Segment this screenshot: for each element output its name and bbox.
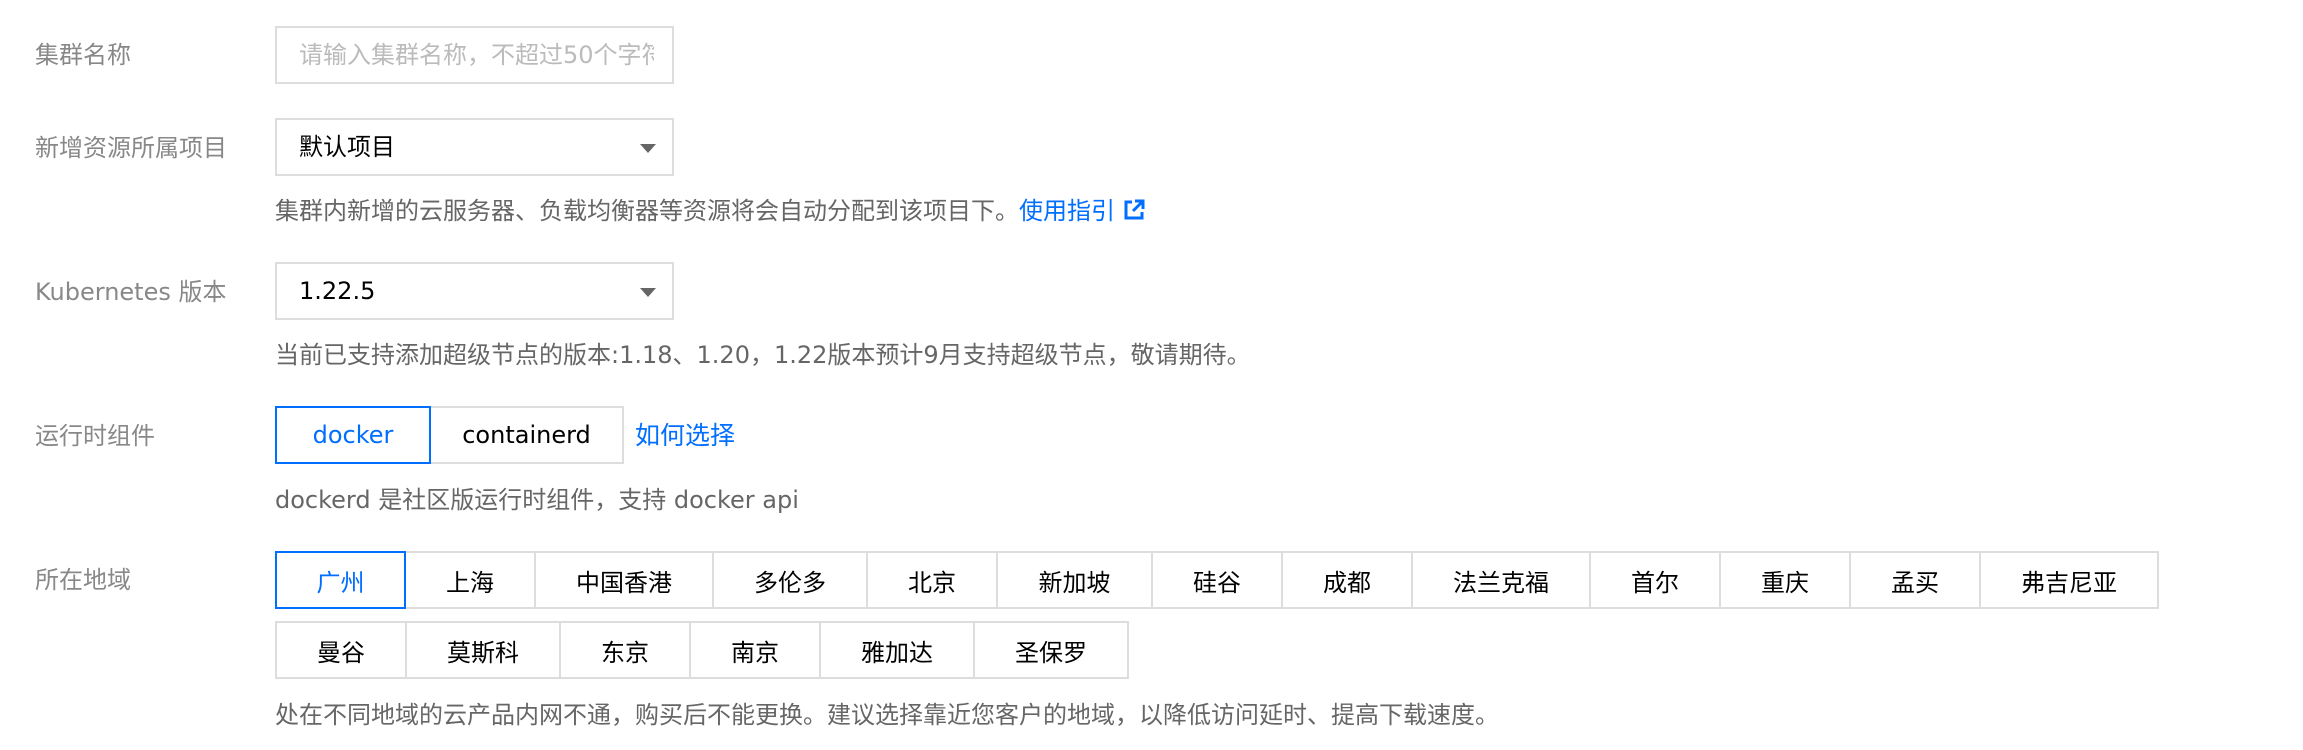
- cluster-name-label: 集群名称: [35, 41, 131, 69]
- region-option-seoul[interactable]: 首尔: [1589, 551, 1721, 609]
- chevron-down-icon: [640, 144, 656, 153]
- region-option-sao-paulo[interactable]: 圣保罗: [973, 621, 1129, 679]
- k8s-version-label: Kubernetes 版本: [35, 278, 227, 306]
- external-link-icon[interactable]: [1123, 198, 1145, 228]
- region-option-singapore[interactable]: 新加坡: [996, 551, 1153, 609]
- region-label: 所在地域: [35, 566, 131, 594]
- runtime-option-docker[interactable]: docker: [275, 406, 431, 464]
- runtime-option-containerd[interactable]: containerd: [429, 406, 624, 464]
- cluster-name-input[interactable]: 请输入集群名称，不超过50个字符: [275, 26, 674, 84]
- chevron-down-icon: [640, 288, 656, 297]
- region-option-virginia[interactable]: 弗吉尼亚: [1979, 551, 2159, 609]
- runtime-segmented-control: docker containerd: [275, 406, 624, 464]
- region-option-nanjing[interactable]: 南京: [689, 621, 821, 679]
- region-option-frankfurt[interactable]: 法兰克福: [1411, 551, 1591, 609]
- region-option-toronto[interactable]: 多伦多: [712, 551, 868, 609]
- runtime-help: dockerd 是社区版运行时组件，支持 docker api: [275, 486, 799, 514]
- region-option-hongkong[interactable]: 中国香港: [534, 551, 714, 609]
- project-help-text: 集群内新增的云服务器、负载均衡器等资源将会自动分配到该项目下。: [275, 197, 1019, 225]
- project-select[interactable]: 默认项目: [275, 118, 674, 176]
- region-option-shanghai[interactable]: 上海: [404, 551, 536, 609]
- k8s-version-value: 1.22.5: [299, 277, 376, 305]
- region-row-2: 曼谷 莫斯科 东京 南京 雅加达 圣保罗: [275, 621, 1129, 679]
- cluster-name-placeholder: 请输入集群名称，不超过50个字符: [299, 41, 654, 69]
- usage-guide-link[interactable]: 使用指引: [1019, 197, 1115, 225]
- project-select-value: 默认项目: [299, 133, 395, 161]
- region-option-tokyo[interactable]: 东京: [559, 621, 691, 679]
- region-option-silicon-valley[interactable]: 硅谷: [1151, 551, 1283, 609]
- region-row-1: 广州 上海 中国香港 多伦多 北京 新加坡 硅谷 成都 法兰克福 首尔 重庆 孟…: [275, 551, 2159, 609]
- region-option-chengdu[interactable]: 成都: [1281, 551, 1413, 609]
- region-option-jakarta[interactable]: 雅加达: [819, 621, 975, 679]
- runtime-label: 运行时组件: [35, 422, 155, 450]
- region-option-mumbai[interactable]: 孟买: [1849, 551, 1981, 609]
- k8s-version-select[interactable]: 1.22.5: [275, 262, 674, 320]
- region-option-beijing[interactable]: 北京: [866, 551, 998, 609]
- region-option-chongqing[interactable]: 重庆: [1719, 551, 1851, 609]
- how-to-choose-link[interactable]: 如何选择: [635, 421, 735, 451]
- region-option-bangkok[interactable]: 曼谷: [275, 621, 407, 679]
- region-option-guangzhou[interactable]: 广州: [275, 551, 406, 609]
- project-label: 新增资源所属项目: [35, 134, 227, 162]
- k8s-version-help: 当前已支持添加超级节点的版本:1.18、1.20，1.22版本预计9月支持超级节…: [275, 341, 1251, 369]
- region-option-moscow[interactable]: 莫斯科: [405, 621, 561, 679]
- region-help: 处在不同地域的云产品内网不通，购买后不能更换。建议选择靠近您客户的地域，以降低访…: [275, 701, 1499, 729]
- project-help: 集群内新增的云服务器、负载均衡器等资源将会自动分配到该项目下。使用指引: [275, 196, 1145, 228]
